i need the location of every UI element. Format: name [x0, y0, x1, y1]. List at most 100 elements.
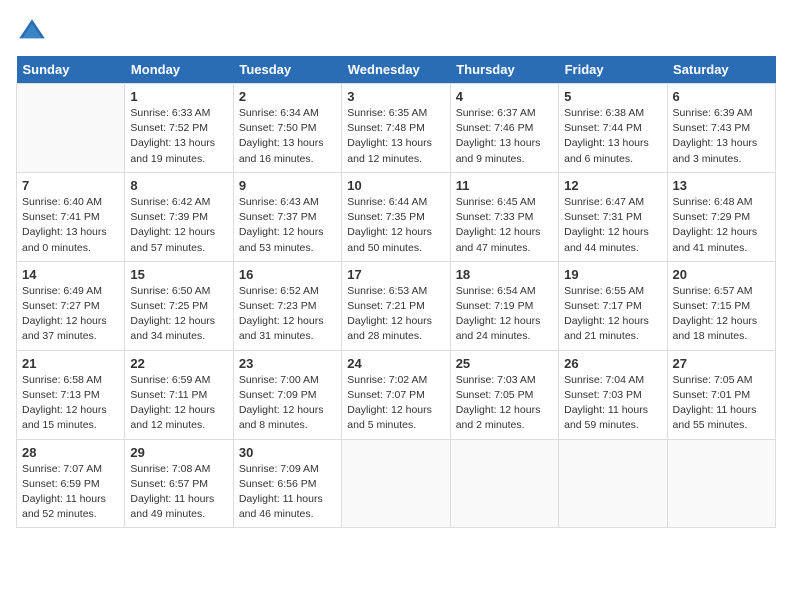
- day-number: 10: [347, 178, 444, 193]
- calendar-cell: 5 Sunrise: 6:38 AM Sunset: 7:44 PM Daylig…: [559, 84, 667, 173]
- day-number: 12: [564, 178, 661, 193]
- calendar-cell: 1Sunrise: 6:33 AM Sunset: 7:52 PM Daylig…: [125, 84, 233, 173]
- day-number: 1: [130, 89, 227, 104]
- day-number: 24: [347, 356, 444, 371]
- calendar-cell: [667, 439, 775, 528]
- day-info: Sunrise: 6:37 AM Sunset: 7:46 PM Dayligh…: [456, 106, 553, 167]
- day-info: Sunrise: 6:58 AM Sunset: 7:13 PM Dayligh…: [22, 373, 119, 434]
- calendar-table: SundayMondayTuesdayWednesdayThursdayFrid…: [16, 56, 776, 528]
- calendar-cell: 28 Sunrise: 7:07 AM Sunset: 6:59 PM Dayli…: [17, 439, 125, 528]
- week-row-3: 21 Sunrise: 6:58 AM Sunset: 7:13 PM Dayli…: [17, 350, 776, 439]
- calendar-cell: [559, 439, 667, 528]
- day-info: Sunrise: 6:42 AM Sunset: 7:39 PM Dayligh…: [130, 195, 227, 256]
- calendar-cell: 20 Sunrise: 6:57 AM Sunset: 7:15 PM Dayli…: [667, 261, 775, 350]
- calendar-cell: 17 Sunrise: 6:53 AM Sunset: 7:21 PM Dayli…: [342, 261, 450, 350]
- calendar-cell: 23 Sunrise: 7:00 AM Sunset: 7:09 PM Dayli…: [233, 350, 341, 439]
- week-row-0: 1Sunrise: 6:33 AM Sunset: 7:52 PM Daylig…: [17, 84, 776, 173]
- day-number: 28: [22, 445, 119, 460]
- calendar-cell: 12 Sunrise: 6:47 AM Sunset: 7:31 PM Dayli…: [559, 172, 667, 261]
- calendar-cell: 29Sunrise: 7:08 AM Sunset: 6:57 PM Dayli…: [125, 439, 233, 528]
- day-info: Sunrise: 6:45 AM Sunset: 7:33 PM Dayligh…: [456, 195, 553, 256]
- day-number: 22: [130, 356, 227, 371]
- calendar-cell: 10 Sunrise: 6:44 AM Sunset: 7:35 PM Dayli…: [342, 172, 450, 261]
- day-info: Sunrise: 6:35 AM Sunset: 7:48 PM Dayligh…: [347, 106, 444, 167]
- header-day-thursday: Thursday: [450, 56, 558, 84]
- day-info: Sunrise: 7:05 AM Sunset: 7:01 PM Dayligh…: [673, 373, 770, 434]
- calendar-cell: 18 Sunrise: 6:54 AM Sunset: 7:19 PM Dayli…: [450, 261, 558, 350]
- day-info: Sunrise: 6:39 AM Sunset: 7:43 PM Dayligh…: [673, 106, 770, 167]
- day-number: 16: [239, 267, 336, 282]
- day-info: Sunrise: 6:44 AM Sunset: 7:35 PM Dayligh…: [347, 195, 444, 256]
- day-number: 15: [130, 267, 227, 282]
- calendar-cell: [450, 439, 558, 528]
- day-info: Sunrise: 6:59 AM Sunset: 7:11 PM Dayligh…: [130, 373, 227, 434]
- calendar-cell: 15 Sunrise: 6:50 AM Sunset: 7:25 PM Dayli…: [125, 261, 233, 350]
- day-info: Sunrise: 6:52 AM Sunset: 7:23 PM Dayligh…: [239, 284, 336, 345]
- calendar-cell: 19 Sunrise: 6:55 AM Sunset: 7:17 PM Dayli…: [559, 261, 667, 350]
- day-number: 23: [239, 356, 336, 371]
- day-number: 3: [347, 89, 444, 104]
- week-row-1: 7Sunrise: 6:40 AM Sunset: 7:41 PM Daylig…: [17, 172, 776, 261]
- day-number: 21: [22, 356, 119, 371]
- calendar-cell: [17, 84, 125, 173]
- day-info: Sunrise: 6:54 AM Sunset: 7:19 PM Dayligh…: [456, 284, 553, 345]
- day-info: Sunrise: 6:55 AM Sunset: 7:17 PM Dayligh…: [564, 284, 661, 345]
- day-info: Sunrise: 6:40 AM Sunset: 7:41 PM Dayligh…: [22, 195, 119, 256]
- day-info: Sunrise: 6:38 AM Sunset: 7:44 PM Dayligh…: [564, 106, 661, 167]
- calendar-cell: 13 Sunrise: 6:48 AM Sunset: 7:29 PM Dayli…: [667, 172, 775, 261]
- day-number: 4: [456, 89, 553, 104]
- day-info: Sunrise: 7:04 AM Sunset: 7:03 PM Dayligh…: [564, 373, 661, 434]
- day-number: 14: [22, 267, 119, 282]
- day-info: Sunrise: 6:43 AM Sunset: 7:37 PM Dayligh…: [239, 195, 336, 256]
- calendar-cell: 30 Sunrise: 7:09 AM Sunset: 6:56 PM Dayli…: [233, 439, 341, 528]
- day-number: 17: [347, 267, 444, 282]
- calendar-cell: [342, 439, 450, 528]
- day-number: 5: [564, 89, 661, 104]
- day-info: Sunrise: 6:47 AM Sunset: 7:31 PM Dayligh…: [564, 195, 661, 256]
- day-info: Sunrise: 6:49 AM Sunset: 7:27 PM Dayligh…: [22, 284, 119, 345]
- day-info: Sunrise: 7:09 AM Sunset: 6:56 PM Dayligh…: [239, 462, 336, 523]
- day-number: 30: [239, 445, 336, 460]
- calendar-cell: 26Sunrise: 7:04 AM Sunset: 7:03 PM Dayli…: [559, 350, 667, 439]
- calendar-cell: 22 Sunrise: 6:59 AM Sunset: 7:11 PM Dayli…: [125, 350, 233, 439]
- calendar-cell: 3 Sunrise: 6:35 AM Sunset: 7:48 PM Daylig…: [342, 84, 450, 173]
- logo-icon: [16, 16, 48, 48]
- calendar-cell: 16 Sunrise: 6:52 AM Sunset: 7:23 PM Dayli…: [233, 261, 341, 350]
- day-info: Sunrise: 6:53 AM Sunset: 7:21 PM Dayligh…: [347, 284, 444, 345]
- day-number: 18: [456, 267, 553, 282]
- day-number: 19: [564, 267, 661, 282]
- day-info: Sunrise: 7:08 AM Sunset: 6:57 PM Dayligh…: [130, 462, 227, 523]
- day-number: 20: [673, 267, 770, 282]
- day-number: 8: [130, 178, 227, 193]
- day-info: Sunrise: 7:07 AM Sunset: 6:59 PM Dayligh…: [22, 462, 119, 523]
- day-number: 2: [239, 89, 336, 104]
- calendar-cell: 8 Sunrise: 6:42 AM Sunset: 7:39 PM Daylig…: [125, 172, 233, 261]
- header-day-monday: Monday: [125, 56, 233, 84]
- day-info: Sunrise: 6:57 AM Sunset: 7:15 PM Dayligh…: [673, 284, 770, 345]
- day-info: Sunrise: 6:50 AM Sunset: 7:25 PM Dayligh…: [130, 284, 227, 345]
- calendar-cell: 7Sunrise: 6:40 AM Sunset: 7:41 PM Daylig…: [17, 172, 125, 261]
- calendar-cell: 24 Sunrise: 7:02 AM Sunset: 7:07 PM Dayli…: [342, 350, 450, 439]
- calendar-cell: 2 Sunrise: 6:34 AM Sunset: 7:50 PM Daylig…: [233, 84, 341, 173]
- header-row: SundayMondayTuesdayWednesdayThursdayFrid…: [17, 56, 776, 84]
- week-row-4: 28 Sunrise: 7:07 AM Sunset: 6:59 PM Dayli…: [17, 439, 776, 528]
- header-day-tuesday: Tuesday: [233, 56, 341, 84]
- day-number: 13: [673, 178, 770, 193]
- header-day-sunday: Sunday: [17, 56, 125, 84]
- day-info: Sunrise: 7:03 AM Sunset: 7:05 PM Dayligh…: [456, 373, 553, 434]
- day-number: 9: [239, 178, 336, 193]
- calendar-cell: 14 Sunrise: 6:49 AM Sunset: 7:27 PM Dayli…: [17, 261, 125, 350]
- calendar-cell: 6Sunrise: 6:39 AM Sunset: 7:43 PM Daylig…: [667, 84, 775, 173]
- header-day-wednesday: Wednesday: [342, 56, 450, 84]
- day-number: 25: [456, 356, 553, 371]
- day-info: Sunrise: 6:34 AM Sunset: 7:50 PM Dayligh…: [239, 106, 336, 167]
- calendar-cell: 9 Sunrise: 6:43 AM Sunset: 7:37 PM Daylig…: [233, 172, 341, 261]
- day-info: Sunrise: 7:02 AM Sunset: 7:07 PM Dayligh…: [347, 373, 444, 434]
- header-day-saturday: Saturday: [667, 56, 775, 84]
- week-row-2: 14 Sunrise: 6:49 AM Sunset: 7:27 PM Dayli…: [17, 261, 776, 350]
- header-day-friday: Friday: [559, 56, 667, 84]
- calendar-cell: 27Sunrise: 7:05 AM Sunset: 7:01 PM Dayli…: [667, 350, 775, 439]
- day-info: Sunrise: 7:00 AM Sunset: 7:09 PM Dayligh…: [239, 373, 336, 434]
- day-info: Sunrise: 6:48 AM Sunset: 7:29 PM Dayligh…: [673, 195, 770, 256]
- page-header: [16, 16, 776, 48]
